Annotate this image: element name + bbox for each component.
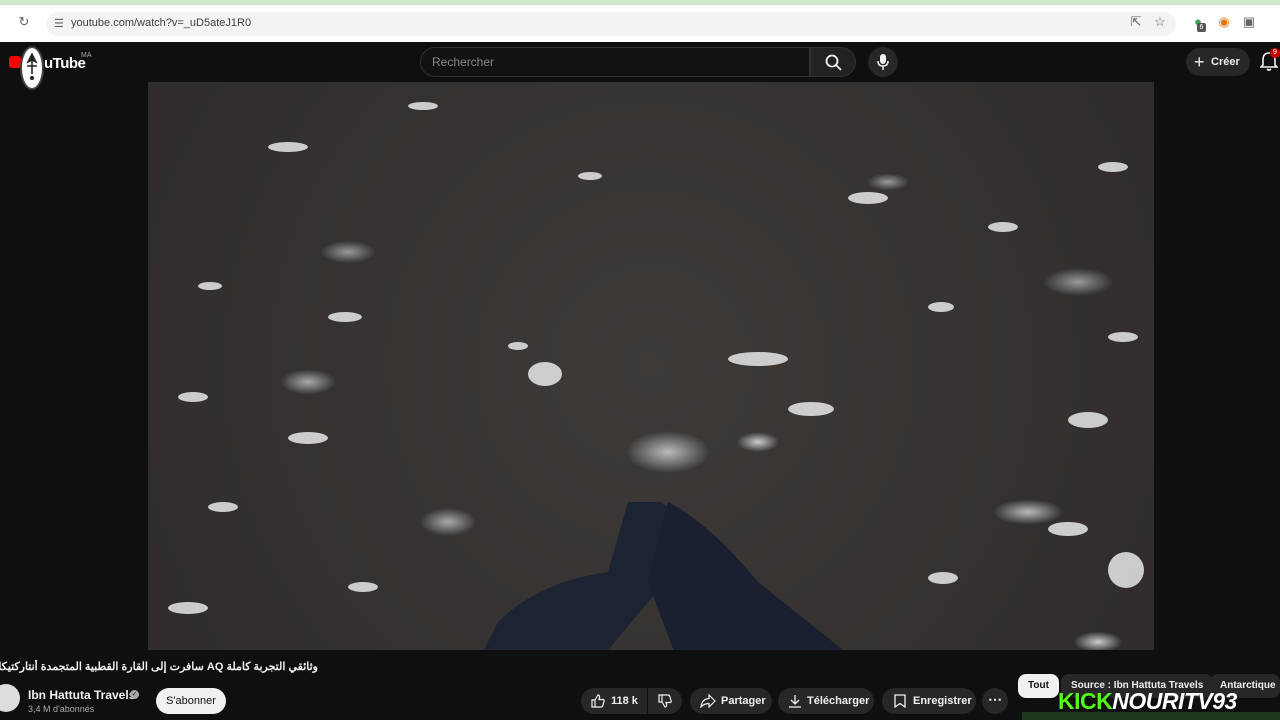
save-button[interactable]: Enregistrer	[882, 688, 976, 714]
dislike-button[interactable]	[648, 688, 682, 714]
snow-patch	[728, 352, 788, 366]
search-button[interactable]	[810, 47, 856, 77]
save-label: Enregistrer	[913, 695, 972, 707]
snow-patch	[348, 582, 378, 592]
snow-patch	[528, 362, 562, 386]
profile-extension-icon[interactable]: ◉	[1216, 14, 1232, 30]
more-actions-button[interactable]: ⋯	[982, 688, 1008, 714]
video-title: وثائقي التجربة كاملة AQ سافرت إلى القارة…	[0, 661, 318, 673]
watermark-name-text: NOURITV93	[1112, 688, 1237, 714]
bookmark-icon	[894, 694, 906, 708]
share-icon	[700, 694, 716, 708]
like-button[interactable]: 118 k	[581, 688, 647, 714]
snow-patch	[408, 102, 438, 110]
snow-patch	[178, 392, 208, 402]
subscribe-button[interactable]: S'abonner	[156, 688, 226, 714]
search-input[interactable]: Rechercher	[420, 47, 810, 77]
chip-all[interactable]: Tout	[1018, 674, 1059, 698]
search-icon	[825, 54, 842, 71]
snow-patch	[578, 172, 602, 180]
voice-search-button[interactable]	[868, 47, 898, 77]
install-icon[interactable]: ⇱	[1128, 14, 1144, 30]
snow-patch	[788, 402, 834, 416]
snow-patch	[208, 502, 238, 512]
like-icon	[591, 694, 605, 708]
share-button[interactable]: Partager	[690, 688, 772, 714]
country-code: MA	[81, 52, 92, 59]
snow-patch	[268, 142, 308, 152]
snow-patch	[288, 432, 328, 444]
notification-badge: 9	[1270, 48, 1280, 58]
browser-toolbar: ↻ ☰ youtube.com/watch?v=_uD5ateJ1R0 ⇱ ☆ …	[0, 0, 1280, 42]
more-icon: ⋯	[988, 691, 1002, 707]
url-text[interactable]: youtube.com/watch?v=_uD5ateJ1R0	[71, 17, 251, 29]
streamer-watermark: KICKNOURITV93	[1058, 688, 1237, 715]
dislike-icon	[658, 694, 672, 708]
share-label: Partager	[721, 695, 766, 707]
download-label: Télécharger	[807, 695, 870, 707]
create-button[interactable]: + Créer	[1186, 48, 1250, 76]
search-placeholder: Rechercher	[432, 55, 495, 69]
snow-patch	[928, 302, 954, 312]
download-icon	[789, 695, 801, 708]
watermark-kick-text: KICK	[1058, 688, 1113, 714]
snow-patch	[328, 312, 362, 322]
snow-patch	[1108, 332, 1138, 342]
create-label: Créer	[1211, 56, 1240, 68]
channel-emblem-logo	[20, 46, 44, 90]
verified-icon: ✓	[130, 690, 139, 699]
site-info-icon[interactable]: ☰	[54, 17, 64, 30]
snow-patch	[848, 192, 888, 204]
snow-patch	[988, 222, 1018, 232]
address-bar[interactable]: ☰ youtube.com/watch?v=_uD5ateJ1R0	[46, 12, 1176, 36]
puzzle-icon[interactable]: ▣	[1241, 14, 1257, 30]
extension-badge: 6	[1197, 23, 1206, 32]
snow-patch	[928, 572, 958, 584]
channel-avatar[interactable]	[0, 684, 20, 712]
hiker-legs	[484, 502, 843, 650]
subscriber-count: 3,4 M d'abonnés	[28, 704, 95, 714]
snow-patch	[1048, 522, 1088, 536]
plus-icon: +	[1194, 52, 1205, 72]
star-icon[interactable]: ☆	[1152, 14, 1168, 30]
like-count: 118 k	[611, 695, 638, 707]
snow-patch	[1098, 162, 1128, 172]
snow-patch	[168, 602, 208, 614]
mic-icon	[877, 54, 889, 70]
snow-patch	[1108, 552, 1144, 588]
video-player[interactable]	[148, 82, 1154, 650]
channel-name[interactable]: Ibn Hattuta Travels	[28, 688, 135, 702]
snow-patch	[1068, 412, 1108, 428]
reload-icon[interactable]: ↻	[16, 14, 32, 30]
youtube-logo-text[interactable]: uTube	[44, 55, 86, 72]
snow-patch	[198, 282, 222, 290]
download-button[interactable]: Télécharger	[778, 688, 874, 714]
snow-patch	[508, 342, 528, 350]
